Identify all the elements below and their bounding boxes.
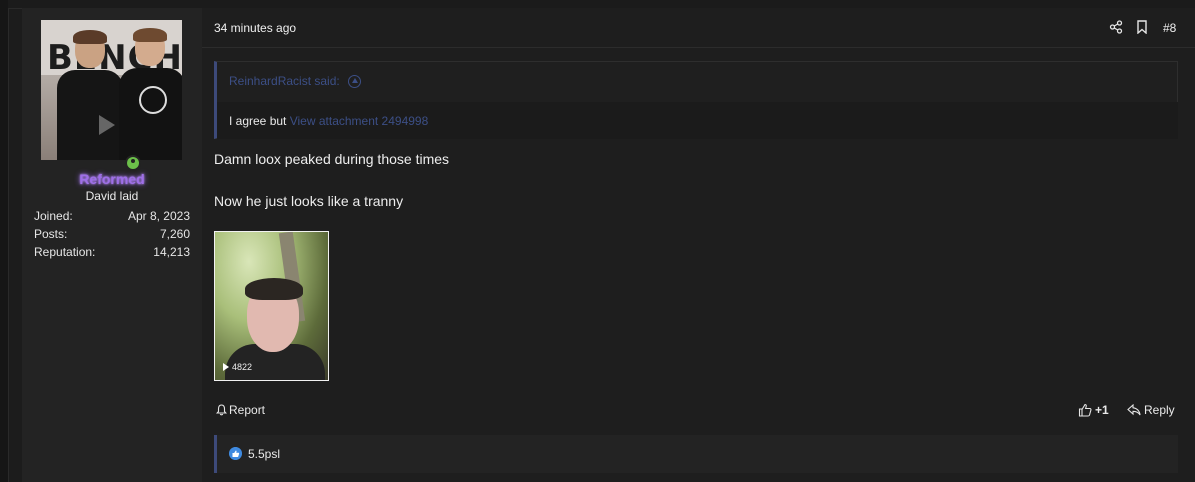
view-count: 4822	[223, 362, 252, 372]
post-text-line: Now he just looks like a tranny	[214, 193, 404, 209]
post-actions: Report +1 Reply	[202, 400, 1195, 422]
play-icon	[99, 115, 115, 135]
page-edge	[0, 0, 8, 482]
stat-value: 14,213	[153, 245, 190, 259]
attachment-thumbnail[interactable]: 4822	[214, 231, 329, 381]
jump-to-quote-icon[interactable]	[347, 74, 361, 88]
view-count-value: 4822	[232, 362, 253, 372]
user-stats: Joined: Apr 8, 2023 Posts: 7,260 Reputat…	[34, 209, 190, 263]
like-reaction-icon	[229, 447, 242, 460]
user-title: David laid	[85, 189, 139, 203]
user-info-panel: BENCH Reformed David laid Joined: Apr 8,…	[22, 8, 202, 482]
username[interactable]: Reformed	[22, 171, 202, 187]
share-icon[interactable]	[1109, 20, 1123, 34]
quote-author[interactable]: ReinhardRacist said:	[229, 74, 340, 88]
avatar[interactable]: BENCH	[41, 20, 182, 160]
thumbs-up-icon	[1078, 403, 1092, 417]
stat-label: Joined:	[34, 209, 73, 223]
quote-block: ReinhardRacist said: I agree but View at…	[214, 61, 1178, 139]
stat-reputation: Reputation: 14,213	[34, 245, 190, 263]
attachment-link[interactable]: View attachment 2494998	[290, 114, 429, 128]
reply-icon	[1127, 404, 1141, 416]
like-button[interactable]: +1	[1078, 403, 1109, 417]
report-button[interactable]: Report	[216, 403, 265, 417]
post-text-line: Damn loox peaked during those times	[214, 151, 450, 167]
quote-header[interactable]: ReinhardRacist said:	[229, 74, 361, 88]
reply-label: Reply	[1144, 403, 1175, 417]
stat-value: 7,260	[159, 227, 190, 241]
stat-label: Reputation:	[34, 245, 96, 259]
reaction-summary[interactable]: 5.5psl	[248, 447, 280, 461]
stat-joined: Joined: Apr 8, 2023	[34, 209, 190, 227]
quote-body: I agree but View attachment 2494998	[217, 102, 1178, 139]
post-header: 34 minutes ago #8	[202, 8, 1195, 48]
quote-content: I agree but View attachment 2494998	[229, 114, 428, 128]
reactions-bar[interactable]: 5.5psl	[214, 435, 1178, 473]
online-status-icon	[125, 155, 141, 171]
like-count: +1	[1095, 403, 1109, 417]
stat-posts: Posts: 7,260	[34, 227, 190, 245]
stat-value: Apr 8, 2023	[127, 209, 190, 223]
post-main: 34 minutes ago #8 ReinhardRacist said: I…	[202, 8, 1195, 482]
quote-text: I agree but	[229, 114, 287, 128]
post-timestamp[interactable]: 34 minutes ago	[214, 21, 296, 35]
play-icon	[223, 363, 229, 371]
report-label: Report	[229, 403, 266, 417]
bookmark-icon[interactable]	[1136, 20, 1148, 34]
stat-label: Posts:	[34, 227, 68, 241]
reply-button[interactable]: Reply	[1127, 403, 1175, 417]
bell-icon	[216, 404, 227, 416]
post-number[interactable]: #8	[1163, 21, 1176, 35]
